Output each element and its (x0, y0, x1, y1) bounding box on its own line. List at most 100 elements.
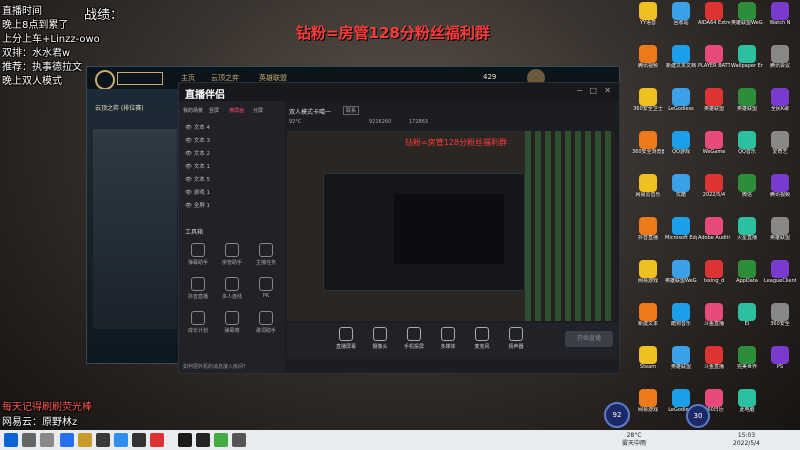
phone-cast-button[interactable]: 手机投屏 (399, 327, 429, 350)
speaker-button[interactable]: 扬声器 (501, 327, 531, 350)
app-icon[interactable] (150, 433, 164, 447)
source-item[interactable]: 👁 游戏 1 (185, 188, 210, 196)
clock-time: 15:03 (737, 432, 756, 439)
desktop-icon[interactable]: QQ游戏 (665, 131, 697, 165)
tab-scenes[interactable]: 我的场景 (183, 107, 203, 114)
desktop-icon[interactable]: AIDA64 Extreme (698, 2, 730, 36)
app-icon[interactable] (114, 433, 128, 447)
source-item[interactable]: 👁 文本 2 (185, 149, 210, 157)
desktop-icon[interactable]: LeGodless (665, 88, 697, 122)
tab-split[interactable]: 分屏 (253, 107, 263, 114)
desktop-icon[interactable]: 完美世界 (731, 346, 763, 380)
search-icon[interactable] (22, 433, 36, 447)
desktop-icon[interactable]: 全民K歌 (764, 88, 796, 122)
steam-icon[interactable] (132, 433, 146, 447)
desktop-icon[interactable]: 英雄联盟WeGame (731, 2, 763, 36)
tab-landscape[interactable]: 横屏画 (229, 107, 244, 114)
desktop-icon[interactable]: 新建文本文档 (665, 45, 697, 79)
mic-button[interactable]: 麦克风 (467, 327, 497, 350)
desktop-icon[interactable]: 腾讯视频 (632, 45, 664, 79)
stream-tag[interactable]: 联系 (343, 106, 360, 115)
source-item[interactable]: 👁 全屏 1 (185, 201, 210, 209)
desktop-icon[interactable]: 酷狗音乐 (665, 303, 697, 337)
desktop-icon[interactable]: 360安全浏览器 (632, 131, 664, 165)
desktop-icon[interactable]: 火星直播 (731, 217, 763, 251)
start-icon[interactable] (4, 433, 18, 447)
desktop-icon[interactable]: 网易游戏 (632, 389, 664, 423)
screen-capture-button[interactable]: 直播屏幕 (331, 327, 361, 350)
close-icon[interactable]: ✕ (604, 86, 611, 95)
desktop-icon[interactable]: 腾讯会议 (764, 45, 796, 79)
desktop-icon[interactable]: 优酷 (665, 174, 697, 208)
perf-bubble[interactable]: 30 (686, 404, 710, 428)
desktop-icon[interactable]: 网易游戏 (632, 260, 664, 294)
source-item[interactable]: 👁 文本 4 (185, 123, 210, 131)
desktop-icon[interactable]: 新建文本 (632, 303, 664, 337)
desktop-icon[interactable]: 斗鱼直播 (698, 346, 730, 380)
task-view-icon[interactable] (40, 433, 54, 447)
desktop-icon[interactable]: 英雄联盟 (698, 88, 730, 122)
tool-multi[interactable]: 多人连线 (217, 277, 247, 300)
tool-wall[interactable]: 弹幕墙 (217, 311, 247, 334)
edge-icon[interactable] (60, 433, 74, 447)
minimize-icon[interactable]: − (576, 86, 583, 95)
desktop-icon[interactable]: Watch N (764, 2, 796, 36)
tool-douyin[interactable]: 抖音直播 (183, 277, 213, 300)
stream-app-icon[interactable] (196, 433, 210, 447)
desktop-icon[interactable]: 斗鱼直播 (698, 303, 730, 337)
play-button[interactable] (117, 72, 163, 85)
desktop-icon[interactable]: 英雄联盟 (764, 217, 796, 251)
stream-app-window[interactable]: 直播伴侣 ✕ □ − 我的场景 竖屏 横屏画 分屏 👁 文本 4 👁 文本 3 … (178, 82, 620, 374)
source-item[interactable]: 👁 文本 3 (185, 136, 210, 144)
clock[interactable]: 15:03 2022/5/4 (733, 432, 760, 448)
desktop-icon[interactable]: PS (764, 346, 796, 380)
desktop-icon[interactable]: 微信 (731, 174, 763, 208)
camera-button[interactable]: 摄像头 (365, 327, 395, 350)
tool-lyrics[interactable]: 歌词助手 (251, 311, 281, 334)
desktop-icon[interactable]: PLAYER BATTLEGR. (698, 45, 730, 79)
desktop-icon[interactable]: Microsoft Edge (665, 217, 697, 251)
source-item[interactable]: 👁 文本 1 (185, 162, 210, 170)
tool-admin[interactable]: 房管助手 (217, 243, 247, 266)
desktop-icon[interactable]: lsxing_d (698, 260, 730, 294)
app-icon[interactable] (232, 433, 246, 447)
lol-icon[interactable] (178, 433, 192, 447)
desktop-icon[interactable]: 英雄联盟 (665, 346, 697, 380)
tool-growth[interactable]: 成长计划 (183, 311, 213, 334)
desktop-icon[interactable]: Ei (731, 303, 763, 337)
desktop-icon[interactable]: QQ音乐 (731, 131, 763, 165)
folder-icon[interactable] (78, 433, 92, 447)
desktop-icon[interactable]: 360安全 (764, 303, 796, 337)
weather-widget[interactable]: 28°C 雾天中雨 (622, 432, 646, 448)
desktop-icon[interactable]: YY语音 (632, 2, 664, 36)
desktop-icon[interactable]: Adobe Audition (698, 217, 730, 251)
desktop-icon[interactable]: 英雄联盟 (731, 88, 763, 122)
app-icon[interactable] (96, 433, 110, 447)
desktop-icon[interactable]: 360安全卫士 (632, 88, 664, 122)
tool-danmu[interactable]: 弹幕助手 (183, 243, 213, 266)
desktop-icon[interactable]: WeGame (698, 131, 730, 165)
tool-task[interactable]: 主播任务 (251, 243, 281, 266)
wechat-icon[interactable] (214, 433, 228, 447)
desktop-icon[interactable]: 抖音直播 (632, 217, 664, 251)
app-icon (672, 131, 690, 149)
tab-portrait[interactable]: 竖屏 (209, 107, 219, 114)
start-live-button[interactable]: 开始直播 (565, 331, 613, 347)
desktop-icon[interactable]: Steam (632, 346, 664, 380)
perf-bubble[interactable]: 92 (604, 402, 630, 428)
desktop-icon[interactable]: 此电脑 (731, 389, 763, 423)
desktop-icon[interactable]: 爱奇艺 (764, 131, 796, 165)
desktop-icon[interactable]: 英雄联盟WeGame (665, 260, 697, 294)
desktop-icon[interactable]: 2022/5/4 (698, 174, 730, 208)
tool-pk[interactable]: PK (251, 277, 281, 299)
desktop-icon[interactable]: AppData (731, 260, 763, 294)
desktop-icon[interactable]: 腾讯视频 (764, 174, 796, 208)
status-text[interactable]: 如何把外机的消息接入房间？ (183, 363, 248, 370)
source-item[interactable]: 👁 文本 5 (185, 175, 210, 183)
desktop-icon[interactable]: LeagueClient (764, 260, 796, 294)
media-button[interactable]: 多媒体 (433, 327, 463, 350)
desktop-icon[interactable]: 回收站 (665, 2, 697, 36)
desktop-icon[interactable]: Wallpaper Engine (731, 45, 763, 79)
maximize-icon[interactable]: □ (589, 86, 597, 95)
desktop-icon[interactable]: 网易云音乐 (632, 174, 664, 208)
